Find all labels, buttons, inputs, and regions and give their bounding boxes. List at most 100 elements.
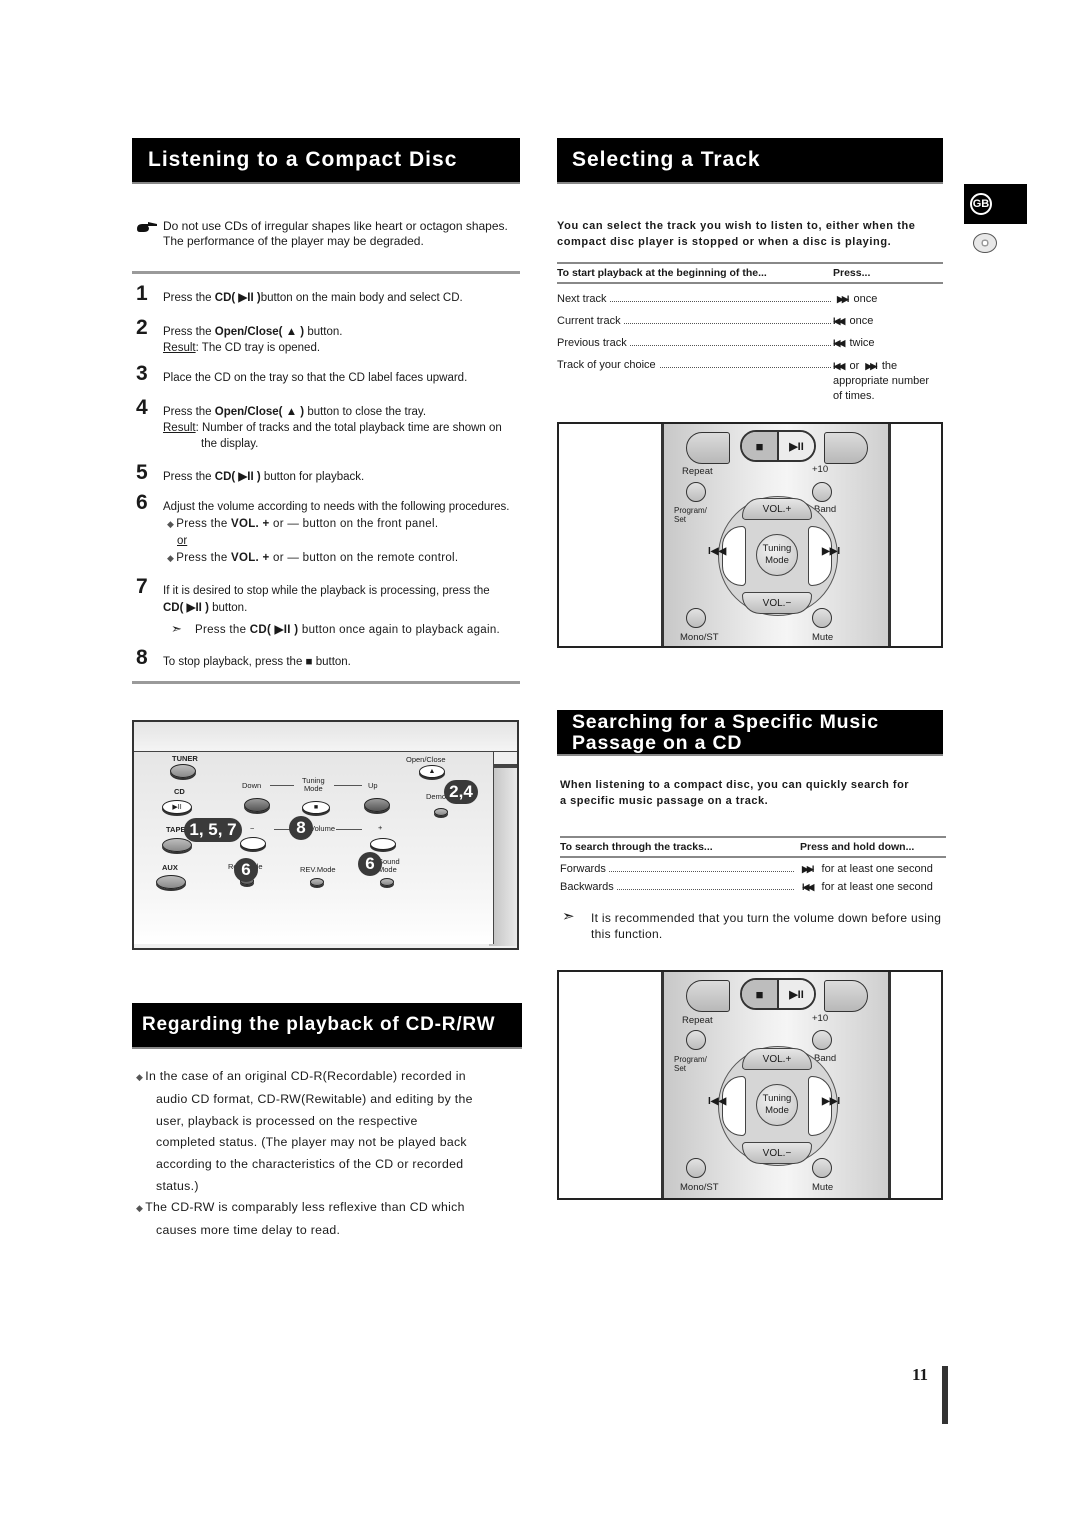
row-value: the — [881, 360, 898, 372]
cd-label: CD — [174, 787, 185, 796]
selecting-intro: You can select the track you wish to lis… — [557, 218, 947, 250]
rev-mode-label: REV.Mode — [300, 865, 336, 874]
intro-line: a specific music passage on a track. — [560, 795, 769, 807]
tip-text: this function. — [591, 926, 663, 941]
header-cell: To search through the tracks... — [560, 841, 713, 853]
or-text: or — [849, 360, 860, 372]
tuning-mode-button[interactable]: Tuning Mode — [756, 1084, 798, 1126]
step-text: button. — [312, 656, 351, 668]
result-label: Result — [163, 422, 196, 434]
demo-label: Demo — [426, 792, 447, 801]
header-cell: Press... — [833, 267, 871, 279]
disc-icon — [973, 233, 997, 253]
listening-title-text: Listening to a Compact Disc — [148, 148, 458, 171]
regarding-title: Regarding the playback of CD-R/RW — [132, 1003, 522, 1049]
play-pause-button[interactable]: ▶II — [779, 432, 814, 460]
repeat-button[interactable] — [686, 1030, 706, 1050]
bullet-text: according to the characteristics of the … — [156, 1157, 464, 1172]
plus10-button[interactable] — [812, 482, 832, 502]
tuning-mode-button[interactable]: Tuning Mode — [756, 534, 798, 576]
bullet-diamond-icon: ◆ — [136, 1072, 144, 1082]
bullet-diamond-icon: ◆ — [167, 519, 175, 529]
repeat-side-button[interactable] — [686, 432, 730, 464]
plus10-button[interactable] — [812, 1030, 832, 1050]
stop-button[interactable]: ■ — [742, 432, 779, 460]
mute-button[interactable] — [812, 608, 832, 628]
device-top-edge — [134, 722, 517, 752]
stop-button[interactable]: ■ — [302, 801, 330, 814]
repeat-side-button[interactable] — [686, 980, 730, 1012]
up-button[interactable] — [364, 798, 390, 812]
open-close-symbol: Open/Close( ▲ ) — [214, 326, 305, 338]
vol-plus-button[interactable]: VOL.+ — [742, 498, 812, 520]
table-header: To search through the tracks... Press an… — [560, 836, 946, 858]
row-value: once — [849, 315, 874, 327]
volume-up-button[interactable] — [370, 838, 396, 850]
repeat-button[interactable] — [686, 482, 706, 502]
vol-minus-button[interactable]: VOL.− — [742, 592, 812, 614]
plus10-side-button[interactable] — [824, 432, 868, 464]
open-close-label: Open/Close — [406, 755, 446, 764]
remote-control-illustration: ■ ▶II Repeat +10 Program/ Set Band VOL.+… — [557, 970, 943, 1200]
result-text: : Number of tracks and the total playbac… — [195, 422, 502, 434]
tip-text: button once again to playback again. — [298, 624, 501, 636]
next-track-icon: ▶▶I — [837, 294, 849, 304]
aux-label: AUX — [162, 863, 178, 872]
bullet-text: The CD-RW is comparably less reflexive t… — [145, 1200, 465, 1214]
callout-steps-1-5-7: 1, 5, 7 — [184, 818, 242, 842]
cd-play-pause-symbol: CD( ▶II ) — [163, 602, 209, 614]
down-button[interactable] — [244, 798, 270, 812]
intro-line: You can select the track you wish to lis… — [557, 220, 916, 232]
row-value: twice — [849, 337, 875, 349]
searching-title-line: Passage on a CD — [572, 732, 743, 754]
step-text: Press the — [163, 471, 215, 483]
sound-mode-button[interactable] — [380, 878, 394, 886]
vol-plus-button[interactable]: VOL.+ — [742, 1048, 812, 1070]
row-value: of times. — [833, 390, 875, 402]
previous-track-icon: I◀◀ — [833, 338, 845, 348]
plus10-side-button[interactable] — [824, 980, 868, 1012]
open-close-button[interactable]: ▲ — [419, 765, 445, 778]
stop-play-pill: ■ ▶II — [740, 430, 816, 462]
cd-play-pause-button[interactable]: ▶II — [162, 800, 192, 814]
volume-down-button[interactable] — [240, 837, 266, 850]
vol-plus-label: VOL. + — [231, 552, 270, 564]
bullet-text: In the case of an original CD-R(Recordab… — [145, 1069, 466, 1083]
mute-button[interactable] — [812, 1158, 832, 1178]
rev-mode-button[interactable] — [310, 878, 324, 886]
divider — [132, 271, 520, 274]
stop-symbol: ■ — [305, 656, 313, 668]
vol-minus-button[interactable]: VOL.− — [742, 1142, 812, 1164]
cd-shape-note: Do not use CDs of irregular shapes like … — [163, 219, 523, 249]
row-label: Backwards — [560, 881, 617, 893]
table-row: Forwards ▶▶I for at least one second — [560, 863, 946, 881]
note-line-1: Do not use CDs of irregular shapes like … — [163, 219, 508, 233]
mute-label: Mute — [812, 632, 834, 643]
search-tip: ➣ It is recommended that you turn the vo… — [562, 909, 947, 942]
intro-line: When listening to a compact disc, you ca… — [560, 779, 910, 791]
tape-button[interactable] — [162, 838, 192, 852]
step-number: 6 — [136, 491, 148, 514]
tape-label: TAPE — [166, 825, 186, 834]
mono-st-button[interactable] — [686, 608, 706, 628]
stop-button[interactable]: ■ — [742, 980, 779, 1008]
callout-steps-2-4: 2,4 — [444, 780, 478, 804]
row-label: Next track — [557, 293, 610, 305]
mono-st-button[interactable] — [686, 1158, 706, 1178]
play-pause-button[interactable]: ▶II — [779, 980, 814, 1008]
divider — [132, 681, 520, 684]
aux-button[interactable] — [156, 875, 186, 889]
page-number: 11 — [912, 1365, 929, 1384]
gb-icon: GB — [970, 193, 992, 215]
volume-label: Volume — [310, 824, 336, 833]
step-text: or — button on the front panel. — [269, 518, 439, 530]
demo-button[interactable] — [434, 808, 448, 816]
row-label: Track of your choice — [557, 359, 659, 371]
step-text: Press the — [163, 406, 215, 418]
table-row: Previous track I◀◀ twice — [557, 337, 943, 355]
callout-step-8: 8 — [289, 816, 313, 840]
step-3: 3 Place the CD on the tray so that the C… — [136, 363, 526, 386]
rewind-icon: I◀◀ — [802, 882, 814, 892]
tuner-band-button[interactable] — [170, 764, 196, 778]
regarding-title-text: Regarding the playback of CD-R/RW — [142, 1014, 496, 1035]
